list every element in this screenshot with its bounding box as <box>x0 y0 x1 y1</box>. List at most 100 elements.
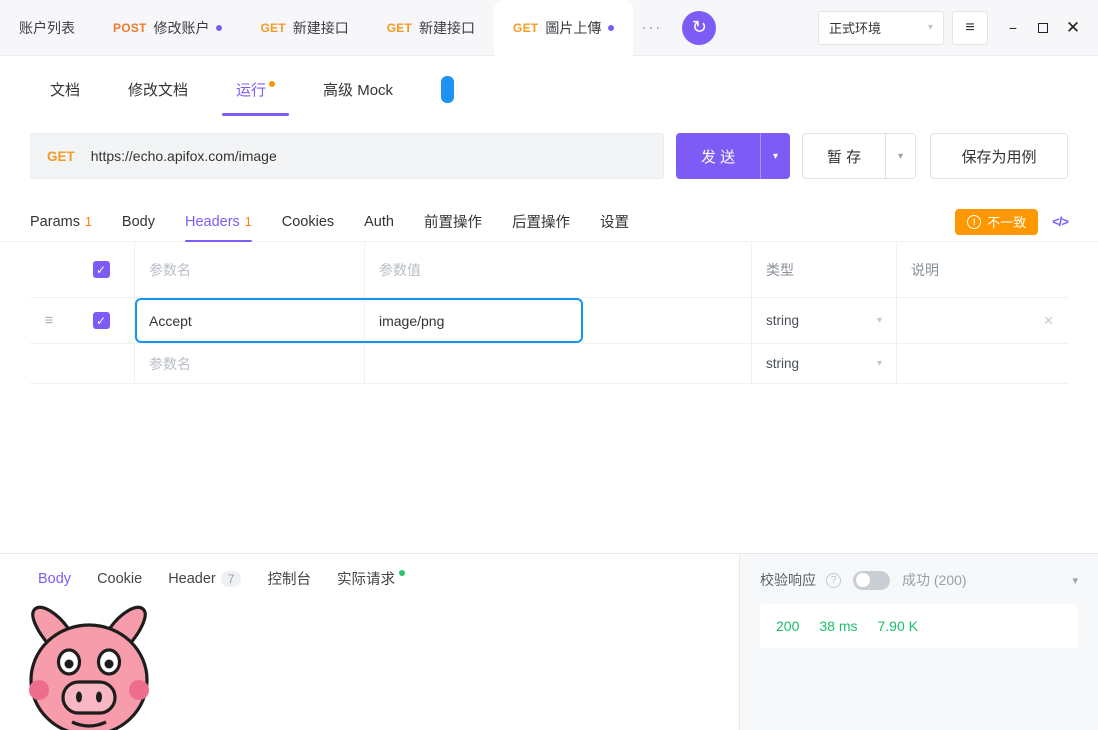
alert-icon: ! <box>967 214 982 229</box>
request-tabs-right: ! 不一致 </> <box>955 208 1069 235</box>
row-checkbox[interactable]: ✓ <box>92 312 110 329</box>
doc-tab-account-list[interactable]: 账户列表 <box>0 0 94 56</box>
send-dropdown-chevron-icon[interactable]: ▾ <box>760 133 790 179</box>
save-as-case-button[interactable]: 保存为用例 <box>930 133 1068 179</box>
tab-label: Body <box>121 213 155 230</box>
code-view-icon[interactable]: </> <box>1052 214 1069 229</box>
checkbox-cell <box>68 344 135 383</box>
type-value: string <box>766 313 800 328</box>
method-label: GET <box>260 20 286 35</box>
doc-tab-label: 修改账户 <box>153 19 210 36</box>
tab-pre-operations[interactable]: 前置操作 <box>424 202 482 241</box>
doc-tab-label: 账户列表 <box>19 19 75 36</box>
response-size: 7.90 K <box>877 618 918 634</box>
response-section: Body Cookie Header 7 控制台 实际请求 校验响应 ? 成功 … <box>0 553 1098 730</box>
hamburger-menu-icon[interactable]: ≡ <box>952 10 988 45</box>
tab-label: 文档 <box>50 81 81 99</box>
tab-settings[interactable]: 设置 <box>600 202 629 241</box>
type-select[interactable]: string ▾ <box>766 356 882 371</box>
drag-column <box>30 242 68 297</box>
drag-cell: ≡ <box>30 298 68 343</box>
help-icon[interactable]: ? <box>826 572 841 588</box>
modified-dot-icon <box>269 80 276 87</box>
tab-actual-request[interactable]: 实际请求 <box>337 568 405 589</box>
tab-cookies[interactable]: Cookies <box>282 202 334 241</box>
tab-headers-active[interactable]: Headers 1 <box>184 202 252 242</box>
select-all-checkbox[interactable]: ✓ <box>92 261 110 278</box>
doc-tab-image-upload-active[interactable]: GET 圖片上傳 <box>494 0 634 57</box>
tab-body[interactable]: Body <box>122 202 155 241</box>
count-badge: 1 <box>84 214 92 229</box>
pig-face-illustration <box>29 605 149 730</box>
tab-response-cookie[interactable]: Cookie <box>97 571 142 587</box>
minimize-icon[interactable]: − <box>998 11 1028 45</box>
tab-label: 修改文档 <box>128 81 189 99</box>
maximize-icon[interactable] <box>1028 11 1058 45</box>
doc-tab-new-api-1[interactable]: GET 新建接口 <box>241 0 367 56</box>
request-url: https://echo.apifox.com/image <box>90 148 277 164</box>
param-name-input[interactable]: Accept <box>135 298 365 343</box>
tab-response-header[interactable]: Header 7 <box>168 570 242 587</box>
url-input[interactable]: GET https://echo.apifox.com/image <box>30 133 664 179</box>
result-status-label: 成功 (200) <box>902 572 967 588</box>
column-value: 参数值 <box>365 242 752 297</box>
param-type-cell: string ▾ <box>752 344 897 383</box>
send-button[interactable]: 发 送 ▾ <box>676 133 790 179</box>
status-code: 200 <box>776 618 800 634</box>
tab-console[interactable]: 控制台 <box>267 568 311 589</box>
doc-tab-new-api-2[interactable]: GET 新建接口 <box>368 0 494 56</box>
tab-label: 高级 Mock <box>323 81 394 99</box>
tab-auth[interactable]: Auth <box>364 202 394 241</box>
response-time: 38 ms <box>819 618 858 634</box>
new-param-value-input[interactable] <box>365 344 752 383</box>
response-tabs: Body Cookie Header 7 控制台 实际请求 <box>0 554 739 589</box>
unsaved-dot-icon <box>608 25 615 31</box>
tab-label: Cookie <box>97 570 143 587</box>
drag-handle-icon[interactable]: ≡ <box>45 312 54 329</box>
tab-edit-docs[interactable]: 修改文档 <box>128 79 188 100</box>
param-value-input[interactable]: image/png <box>365 298 752 343</box>
stash-button[interactable]: 暂 存 ▾ <box>802 133 916 179</box>
validate-response-label: 校验响应 <box>760 572 816 588</box>
select-all-cell: ✓ <box>68 242 135 297</box>
response-metrics-card: 200 38 ms 7.90 K <box>760 604 1078 648</box>
close-icon[interactable]: ✕ <box>1058 11 1088 45</box>
subnav: 文档 修改文档 运行 高级 Mock <box>0 56 1098 122</box>
tab-params[interactable]: Params 1 <box>30 202 92 241</box>
chevron-down-icon[interactable]: ▾ <box>1072 574 1078 587</box>
doc-tab-label: 新建接口 <box>292 19 349 36</box>
tab-run-active[interactable]: 运行 <box>222 79 290 116</box>
validate-response-row: 校验响应 ? 成功 (200) ▾ <box>760 570 1078 590</box>
chevron-down-icon: ▾ <box>876 358 882 369</box>
tab-docs[interactable]: 文档 <box>50 79 80 100</box>
tab-post-operations[interactable]: 后置操作 <box>512 202 570 241</box>
table-row: ≡ ✓ Accept image/png string ▾ ✕ <box>30 298 1068 344</box>
tab-label: 运行 <box>236 81 267 99</box>
response-meta-panel: 校验响应 ? 成功 (200) ▾ 200 38 ms 7.90 K <box>740 554 1098 730</box>
delete-row-icon[interactable]: ✕ <box>1043 313 1054 329</box>
tab-advanced-mock[interactable]: 高级 Mock <box>323 79 393 100</box>
param-type-cell: string ▾ <box>752 298 897 343</box>
column-description: 说明 <box>911 261 939 278</box>
tab-response-body[interactable]: Body <box>38 571 71 587</box>
new-param-name-input[interactable]: 参数名 <box>135 344 365 383</box>
mismatch-button[interactable]: ! 不一致 <box>955 208 1039 235</box>
param-description-cell[interactable] <box>897 344 1068 383</box>
tab-label: 后置操作 <box>511 215 570 231</box>
method-label: GET <box>386 20 413 35</box>
doc-tab-label: 新建接口 <box>419 19 476 36</box>
environment-select[interactable]: 正式环境 ▾ <box>818 10 944 45</box>
column-type: 类型 <box>752 242 897 297</box>
refresh-icon[interactable]: ↻ <box>682 10 717 45</box>
headers-table: ✓ 参数名 参数值 类型 说明 ≡ ✓ Accept image/png str… <box>30 242 1068 384</box>
tab-label: 前置操作 <box>423 215 482 231</box>
stash-dropdown-chevron-icon[interactable]: ▾ <box>885 134 915 178</box>
doc-tab-edit-account[interactable]: POST 修改账户 <box>94 0 241 56</box>
type-select[interactable]: string ▾ <box>766 313 882 328</box>
param-description-cell[interactable]: ✕ <box>897 298 1068 343</box>
window-controls: − ✕ <box>998 11 1088 45</box>
validate-toggle[interactable] <box>853 570 890 590</box>
tab-label: Header <box>168 570 216 587</box>
doc-tab-label: 圖片上傳 <box>545 20 602 36</box>
more-tabs-icon[interactable]: ··· <box>633 19 670 36</box>
